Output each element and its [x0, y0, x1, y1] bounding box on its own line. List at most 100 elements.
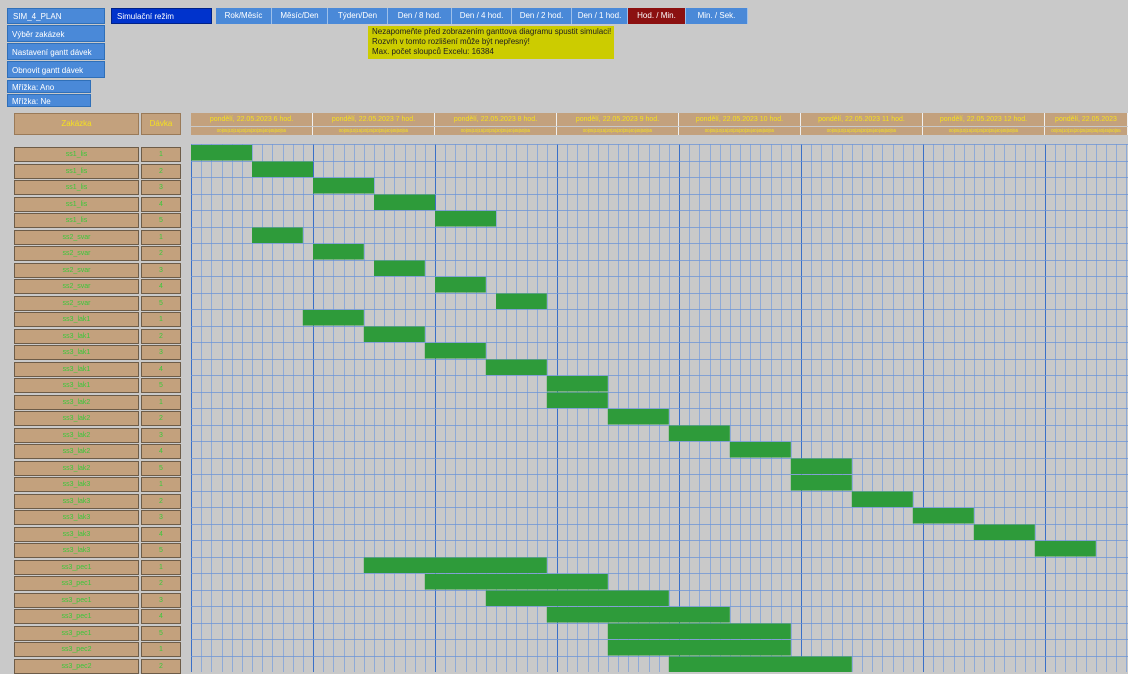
- order-cell: ss1_lis: [14, 197, 139, 212]
- gantt-bar: [485, 359, 547, 375]
- order-cell: ss3_lak1: [14, 312, 139, 327]
- select-orders-button[interactable]: Výběr zakázek: [7, 25, 105, 42]
- order-cell: ss3_pec1: [14, 609, 139, 624]
- order-cell: ss3_lak3: [14, 527, 139, 542]
- batch-cell: 3: [141, 180, 181, 195]
- order-cell: ss3_lak2: [14, 461, 139, 476]
- hour-header: pondělí, 22.05.2023 7 hod.: [313, 113, 435, 126]
- minute-header: 00|05|10|15|20|25|30|35|40|45|50|55: [435, 127, 557, 135]
- order-cell: ss1_lis: [14, 213, 139, 228]
- gantt-bar: [607, 640, 791, 656]
- order-cell: ss2_svar: [14, 246, 139, 261]
- order-cell: ss3_lak2: [14, 395, 139, 410]
- gantt-bar: [668, 656, 852, 672]
- zoom-day-8h-button[interactable]: Den / 8 hod.: [388, 8, 452, 24]
- batch-cell: 2: [141, 329, 181, 344]
- gantt-bar: [496, 293, 547, 309]
- batch-cell: 2: [141, 494, 181, 509]
- batch-cell: 5: [141, 543, 181, 558]
- gantt-bar: [912, 508, 974, 524]
- gantt-bar: [363, 557, 547, 573]
- batch-cell: 3: [141, 510, 181, 525]
- order-cell: ss2_svar: [14, 296, 139, 311]
- zoom-day-2h-button[interactable]: Den / 2 hod.: [512, 8, 572, 24]
- batch-cell: 2: [141, 411, 181, 426]
- batch-cell: 5: [141, 213, 181, 228]
- zoom-day-4h-button[interactable]: Den / 4 hod.: [452, 8, 512, 24]
- gantt-bar: [363, 326, 425, 342]
- gantt-bar: [302, 310, 364, 326]
- gantt-bar: [1034, 541, 1096, 557]
- order-cell: ss1_lis: [14, 147, 139, 162]
- zoom-year-month-button[interactable]: Rok/Měsíc: [216, 8, 272, 24]
- batch-cell: 5: [141, 626, 181, 641]
- batch-cell: 2: [141, 246, 181, 261]
- grid-off-button[interactable]: Mřížka: Ne: [7, 94, 91, 107]
- hour-header: pondělí, 22.05.2023 6 hod.: [191, 113, 313, 126]
- gantt-bar: [546, 392, 608, 408]
- gantt-batch-settings-button[interactable]: Nastavení gantt dávek: [7, 43, 105, 60]
- gantt-bar: [851, 491, 913, 507]
- gantt-bar: [546, 607, 730, 623]
- order-cell: ss2_svar: [14, 263, 139, 278]
- gantt-bar: [191, 145, 252, 161]
- order-cell: ss1_lis: [14, 180, 139, 195]
- minute-header: 00|05|10|15|20|25|30|35|40|45|50|55: [313, 127, 435, 135]
- gantt-bar: [252, 161, 313, 177]
- order-cell: ss3_pec2: [14, 659, 139, 674]
- gantt-bar: [313, 178, 374, 194]
- grid-on-button[interactable]: Mřížka: Ano: [7, 80, 91, 93]
- gantt-bar: [607, 409, 669, 425]
- zoom-week-day-button[interactable]: Týden/Den: [328, 8, 388, 24]
- order-cell: ss1_lis: [14, 164, 139, 179]
- hour-header: pondělí, 22.05.2023 9 hod.: [557, 113, 679, 126]
- batch-cell: 1: [141, 477, 181, 492]
- zoom-hour-minute-button[interactable]: Hod. / Min.: [628, 8, 686, 24]
- batch-cell: 5: [141, 378, 181, 393]
- simulation-mode-button[interactable]: Simulační režim: [111, 8, 212, 24]
- batch-cell: 2: [141, 164, 181, 179]
- batch-cell: 2: [141, 659, 181, 674]
- gantt-bar: [313, 244, 364, 260]
- gantt-bar: [668, 425, 730, 441]
- hour-header: pondělí, 22.05.2023 10 hod.: [679, 113, 801, 126]
- batch-cell: 1: [141, 560, 181, 575]
- hour-header: pondělí, 22.05.2023 12 hod.: [923, 113, 1045, 126]
- order-cell: ss3_lak2: [14, 411, 139, 426]
- hour-header: pondělí, 22.05.2023 8 hod.: [435, 113, 557, 126]
- hour-header: pondělí, 22.05.2023 11 hod.: [801, 113, 923, 126]
- batch-cell: 4: [141, 527, 181, 542]
- simulation-warning: Nezapomeňte před zobrazením ganttova dia…: [368, 26, 614, 59]
- gantt-bar: [424, 574, 608, 590]
- zoom-day-1h-button[interactable]: Den / 1 hod.: [572, 8, 628, 24]
- minute-header: 00|05|10|15|20|25|30|35|40|45|50|55: [923, 127, 1045, 135]
- order-cell: ss2_svar: [14, 230, 139, 245]
- warning-line: Rozvrh v tomto rozlišení může být nepřes…: [372, 37, 530, 46]
- refresh-gantt-button[interactable]: Obnovit gantt dávek: [7, 61, 105, 78]
- warning-line: Max. počet sloupců Excelu: 16384: [372, 47, 494, 56]
- gantt-bar: [374, 260, 425, 276]
- order-cell: ss3_pec1: [14, 626, 139, 641]
- gantt-bar: [973, 524, 1035, 540]
- gantt-bar: [435, 211, 496, 227]
- batch-cell: 1: [141, 147, 181, 162]
- order-cell: ss3_lak1: [14, 378, 139, 393]
- batch-cell: 4: [141, 279, 181, 294]
- batch-cell: 3: [141, 263, 181, 278]
- batch-cell: 3: [141, 593, 181, 608]
- order-cell: ss3_lak3: [14, 543, 139, 558]
- batch-cell: 4: [141, 444, 181, 459]
- batch-cell: 1: [141, 230, 181, 245]
- gantt-bar: [790, 458, 852, 474]
- batch-cell: 3: [141, 428, 181, 443]
- gantt-bar: [424, 343, 486, 359]
- order-cell: ss3_pec1: [14, 576, 139, 591]
- zoom-month-day-button[interactable]: Měsíc/Den: [272, 8, 328, 24]
- zoom-minute-second-button[interactable]: Min. / Sek.: [686, 8, 748, 24]
- order-cell: ss3_lak1: [14, 329, 139, 344]
- order-cell: ss3_lak3: [14, 477, 139, 492]
- gantt-bar: [729, 442, 791, 458]
- gantt-bar: [790, 475, 852, 491]
- order-cell: ss3_pec1: [14, 593, 139, 608]
- batch-cell: 5: [141, 296, 181, 311]
